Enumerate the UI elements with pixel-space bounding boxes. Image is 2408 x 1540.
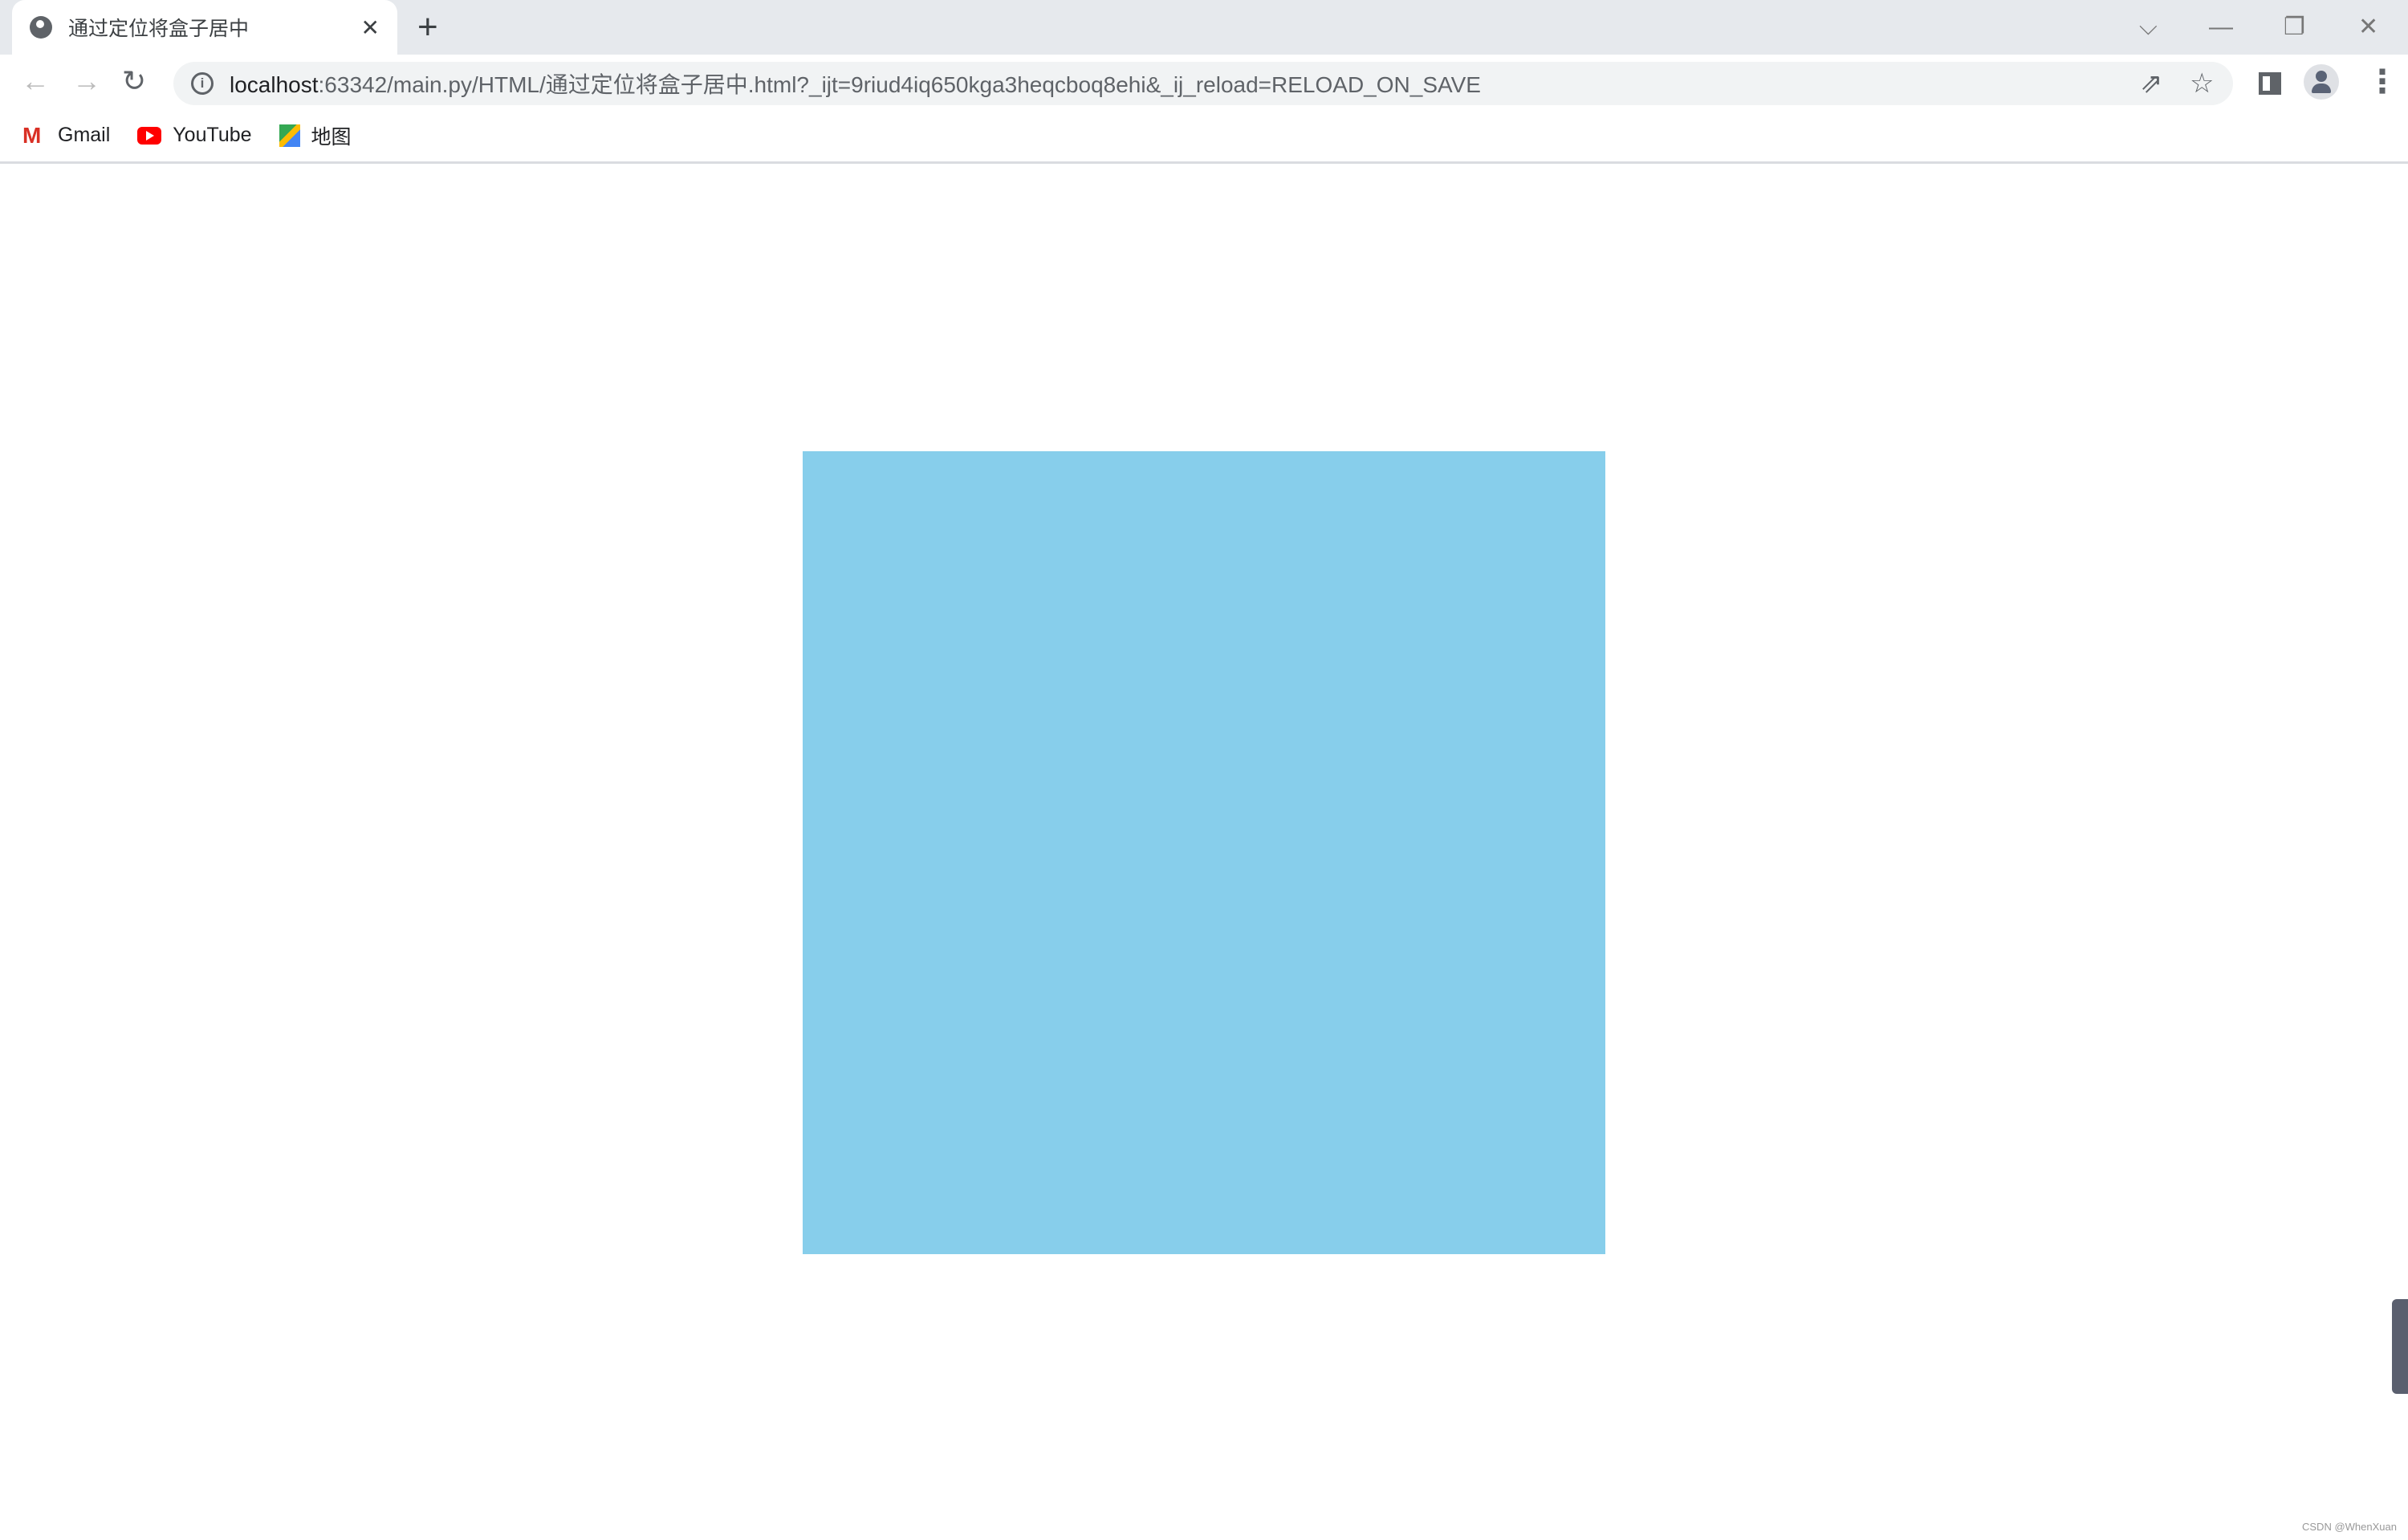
new-tab-button[interactable]: +: [417, 8, 438, 47]
watermark: CSDN @WhenXuan: [2302, 1521, 2397, 1533]
url-text[interactable]: localhost:63342/main.py/HTML/通过定位将盒子居中.h…: [230, 67, 1481, 100]
share-icon[interactable]: ⇗: [2140, 67, 2163, 100]
bookmark-label: 地图: [311, 125, 352, 149]
tab-strip: 通过定位将盒子居中 ✕ + ⌵ — ❐ ✕: [0, 0, 2408, 55]
tab-title: 通过定位将盒子居中: [68, 18, 250, 40]
site-info-icon[interactable]: i: [191, 72, 214, 95]
maps-icon: [279, 124, 300, 147]
forward-button[interactable]: →: [72, 61, 101, 101]
restore-button[interactable]: ❐: [2284, 8, 2305, 47]
bookmarks-bar: M Gmail YouTube 地图: [0, 109, 2408, 164]
bookmark-youtube[interactable]: YouTube: [137, 124, 252, 147]
youtube-icon: [137, 126, 162, 145]
bookmark-gmail[interactable]: M Gmail: [22, 124, 110, 147]
back-button[interactable]: ←: [21, 61, 50, 101]
address-bar[interactable]: i localhost:63342/main.py/HTML/通过定位将盒子居中…: [173, 62, 2233, 105]
reload-button[interactable]: ↻: [122, 61, 146, 101]
bookmark-label: Gmail: [58, 124, 111, 146]
browser-tab[interactable]: 通过定位将盒子居中 ✕: [12, 0, 397, 55]
tab-search-icon[interactable]: ⌵: [2139, 8, 2158, 47]
close-window-button[interactable]: ✕: [2358, 8, 2378, 47]
bookmark-maps[interactable]: 地图: [279, 121, 352, 150]
side-panel-icon[interactable]: [2259, 72, 2281, 95]
minimize-button[interactable]: —: [2209, 8, 2233, 47]
toolbar: ← → ↻ i localhost:63342/main.py/HTML/通过定…: [0, 55, 2408, 109]
globe-icon: [30, 16, 52, 39]
bookmark-label: YouTube: [173, 124, 252, 146]
menu-icon[interactable]: ⋮: [2366, 63, 2398, 101]
profile-avatar[interactable]: [2304, 64, 2339, 100]
centered-box: [803, 451, 1605, 1254]
bookmark-star-icon[interactable]: ☆: [2190, 67, 2214, 100]
url-path: :63342/main.py/HTML/通过定位将盒子居中.html?_ijt=…: [318, 72, 1481, 97]
tab-close-icon[interactable]: ✕: [361, 14, 380, 41]
side-widget-meter[interactable]: [2392, 1299, 2408, 1394]
url-host: localhost: [230, 72, 319, 97]
gmail-icon: M: [22, 122, 42, 148]
